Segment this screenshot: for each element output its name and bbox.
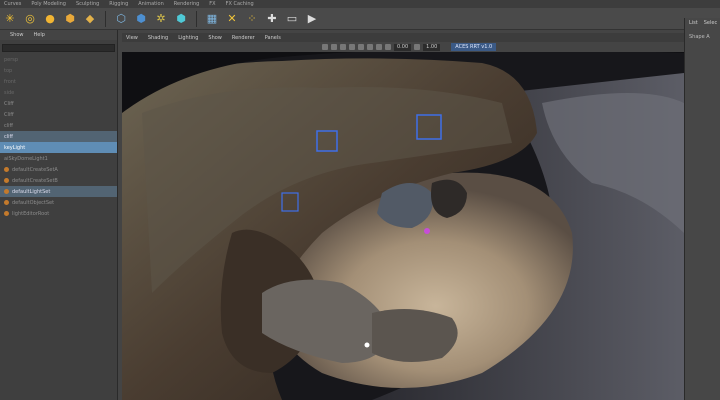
outliner-item-label: Cliff (4, 100, 14, 107)
outliner-item-label: side (4, 89, 15, 96)
outliner-item[interactable]: persp (0, 54, 117, 65)
outliner-item[interactable]: defaultCreateSetB (0, 175, 117, 186)
exposure-field[interactable]: 0.00 (394, 43, 412, 51)
outliner-item[interactable]: top (0, 65, 117, 76)
shelf-separator (196, 10, 197, 27)
shelf-tab[interactable]: Sculpting (76, 1, 99, 7)
outliner-item-label: lightEditorRoot (12, 210, 50, 217)
viewport-boulders (372, 309, 458, 362)
colorspace-dropdown[interactable]: ACES RRT v1.0 (451, 43, 497, 51)
outliner-item[interactable]: lightEditorRoot (0, 208, 117, 219)
set-icon (4, 211, 9, 216)
outliner-item[interactable]: cliff (0, 131, 117, 142)
shelf: ✳ ◎ ● ⬢ ◆ ⬡ ⬢ ✲ ⬢ ▦ ✕ ⁘ ✚ ▭ ▶ (0, 8, 720, 30)
toolbar-icon[interactable] (376, 44, 382, 50)
toolbar-icon[interactable] (385, 44, 391, 50)
shelf-tab[interactable]: FX (209, 1, 215, 7)
viewport-menu-panels[interactable]: Panels (265, 35, 281, 41)
attribute-panel: List Selec Shape A (684, 18, 720, 400)
outliner-item[interactable]: keyLight (0, 142, 117, 153)
outliner-item[interactable]: aiSkyDomeLight1 (0, 153, 117, 164)
outliner-item[interactable]: defaultLightSet (0, 186, 117, 197)
viewport[interactable]: View Shading Lighting Show Renderer Pane… (122, 33, 684, 400)
outliner-item-label: persp (4, 56, 19, 63)
outliner-item-label: Cliff (4, 111, 14, 118)
shelf-tab[interactable]: Poly Modeling (31, 1, 66, 7)
set-icon (4, 200, 9, 205)
viewport-menu-shading[interactable]: Shading (148, 35, 168, 41)
outliner-item[interactable]: defaultObjectSet (0, 197, 117, 208)
grid-x-icon[interactable]: ✕ (224, 11, 240, 27)
cube-icon[interactable]: ◆ (82, 11, 98, 27)
outliner-item-label: defaultCreateSetA (12, 166, 58, 173)
toolbar-icon[interactable] (414, 44, 421, 50)
outliner-item[interactable]: defaultCreateSetA (0, 164, 117, 175)
outliner-menu-help[interactable]: Help (34, 32, 45, 38)
outliner-menu: Show Help (0, 30, 117, 40)
display-icon[interactable]: ▭ (284, 11, 300, 27)
sun-icon[interactable]: ✳ (2, 11, 18, 27)
outliner-item-label: defaultLightSet (12, 188, 51, 195)
outliner-list: persp top front side Cliff Cliff cliff cliff key… (0, 54, 117, 219)
grid-icon[interactable]: ▦ (204, 11, 220, 27)
tab-list[interactable]: List (689, 20, 698, 26)
outliner-item[interactable]: Cliff (0, 98, 117, 109)
set-icon (4, 189, 9, 194)
outliner-search-input[interactable] (2, 44, 115, 52)
outliner-item-label: defaultCreateSetB (12, 177, 58, 184)
cube-teal-icon[interactable]: ⬢ (173, 11, 189, 27)
viewport-menu-lighting[interactable]: Lighting (178, 35, 198, 41)
attribute-panel-tabs: List Selec (685, 18, 720, 28)
sphere-icon[interactable]: ● (42, 11, 58, 27)
set-icon (4, 178, 9, 183)
outliner-item-label: aiSkyDomeLight1 (4, 155, 48, 162)
cross-icon[interactable]: ✚ (264, 11, 280, 27)
toolbar-icon[interactable] (322, 44, 328, 50)
dots-icon[interactable]: ⁘ (244, 11, 260, 27)
shelf-tab[interactable]: FX Caching (226, 1, 254, 7)
outliner-menu-show[interactable]: Show (10, 32, 24, 38)
toolbar-icon[interactable] (358, 44, 364, 50)
tab-selected[interactable]: Selec (704, 20, 717, 26)
viewport-scene[interactable] (122, 33, 684, 400)
toolbar-icon[interactable] (349, 44, 355, 50)
gamma-field[interactable]: 1.00 (423, 43, 441, 51)
set-icon (4, 167, 9, 172)
torus-icon[interactable]: ◎ (22, 11, 38, 27)
outliner-item-label: defaultObjectSet (12, 199, 55, 206)
outliner-item-label: front (4, 78, 16, 85)
viewport-cursor (364, 342, 370, 348)
spiral-icon[interactable]: ✲ (153, 11, 169, 27)
viewport-toolbar: 0.00 1.00 ACES RRT v1.0 (122, 42, 684, 52)
outliner-item-label: cliff (4, 122, 13, 129)
shelf-tab[interactable]: Rendering (174, 1, 200, 7)
viewport-pivot-point[interactable] (424, 228, 430, 234)
outliner-item[interactable]: side (0, 87, 117, 98)
shelf-tab[interactable]: Curves (4, 1, 21, 7)
cube-wire-icon[interactable]: ⬡ (113, 11, 129, 27)
outliner-item[interactable]: cliff (0, 120, 117, 131)
outliner-item[interactable]: front (0, 76, 117, 87)
hex-icon[interactable]: ⬢ (62, 11, 78, 27)
toolbar-icon[interactable] (340, 44, 346, 50)
outliner-panel: Show Help persp top front side Cliff Cliff cli… (0, 30, 118, 400)
cube-solid-icon[interactable]: ⬢ (133, 11, 149, 27)
toolbar-icon[interactable] (367, 44, 373, 50)
toolbar-icon[interactable] (331, 44, 337, 50)
outliner-item[interactable]: Cliff (0, 109, 117, 120)
viewport-menu-show[interactable]: Show (208, 35, 222, 41)
outliner-item-label: top (4, 67, 13, 74)
play-icon[interactable]: ▶ (304, 11, 320, 27)
viewport-menu: View Shading Lighting Show Renderer Pane… (122, 33, 684, 42)
attribute-panel-field[interactable]: Shape A (685, 28, 720, 46)
outliner-item-label: keyLight (4, 144, 26, 151)
viewport-menu-view[interactable]: View (126, 35, 138, 41)
viewport-menu-renderer[interactable]: Renderer (232, 35, 255, 41)
shelf-tabs: Curves Poly Modeling Sculpting Rigging A… (0, 0, 720, 8)
outliner-item-label: cliff (4, 133, 13, 140)
shelf-tab[interactable]: Rigging (109, 1, 128, 7)
shelf-separator (105, 10, 106, 27)
shelf-tab[interactable]: Animation (138, 1, 164, 7)
